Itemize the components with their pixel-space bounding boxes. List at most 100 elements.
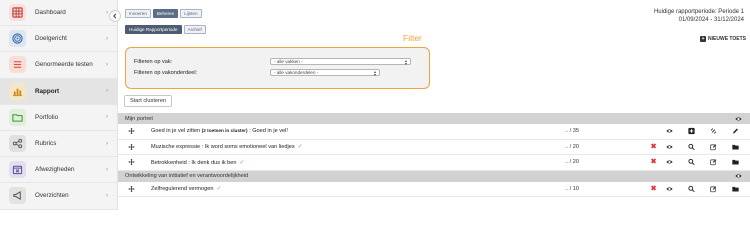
select-arrows-icon: ▴ ▾ — [404, 57, 407, 66]
filter-title: Filter — [403, 33, 422, 43]
score: .. / 10 — [565, 185, 579, 192]
filter-onderdeel-label: Filteren op vakonderdeel: — [134, 69, 198, 76]
filter-panel: Filteren op vak: - alle vakken - ▴ ▾ Filt… — [125, 47, 430, 89]
move-icon[interactable] — [128, 143, 135, 150]
subtab-huidige-rapportperiode[interactable]: Huidige Rapportperiode — [125, 25, 182, 34]
report-period-dates: 01/09/2024 - 31/12/2024 — [678, 16, 744, 23]
sidebar-item-label: Dashboard — [35, 9, 66, 17]
sidebar-list: Dashboard › Doelgericht › Genormeerde te… — [0, 0, 117, 210]
search-icon[interactable] — [688, 143, 695, 150]
filter-vak-value: - alle vakken - — [274, 59, 303, 64]
table-row: Goed in je vel zitten (2 toetsen in clus… — [118, 124, 750, 140]
sidebar: Dashboard › Doelgericht › Genormeerde te… — [0, 0, 118, 210]
report-period-title: Huidige rapportperiode: Periode 1 — [653, 9, 744, 15]
chevron-right-icon: › — [106, 9, 108, 16]
pencil-icon[interactable] — [732, 128, 739, 135]
section-title: Mijn portret — [125, 115, 153, 122]
subtab-archief[interactable]: Archief — [183, 25, 206, 34]
eye-icon[interactable] — [666, 143, 673, 150]
tab-lijsten[interactable]: Lijsten — [180, 9, 202, 18]
chevron-right-icon: › — [106, 166, 108, 173]
tab-beheren[interactable]: Beheren — [152, 9, 179, 18]
chevron-right-icon: › — [106, 140, 108, 147]
sidebar-item-doelgericht[interactable]: Doelgericht › — [0, 26, 117, 53]
move-icon[interactable] — [128, 185, 135, 192]
check-icon: ✓ — [239, 159, 245, 166]
collapse-sidebar-button[interactable] — [109, 10, 121, 22]
delete-icon[interactable]: ✖ — [650, 185, 657, 192]
sidebar-item-label: Rubrics — [35, 140, 57, 148]
cluster-badge: (2 toetsen in cluster) — [201, 128, 248, 134]
delete-icon[interactable]: ✖ — [650, 159, 657, 166]
sidebar-item-label: Portfolio — [35, 113, 59, 121]
move-icon[interactable] — [128, 159, 135, 166]
sidebar-item-afwezigheden[interactable]: Afwezigheden › — [0, 157, 117, 184]
plus-icon: + — [700, 36, 707, 42]
chevron-right-icon: › — [106, 192, 108, 199]
list-icon — [9, 56, 26, 74]
new-test-button[interactable]: + NIEUWE TOETS — [700, 36, 746, 42]
move-icon[interactable] — [128, 128, 135, 135]
test-label[interactable]: Muzische expressie : Ik word soms emotio… — [151, 143, 303, 150]
sidebar-item-label: Overzichten — [35, 192, 69, 200]
search-icon[interactable] — [688, 185, 695, 192]
megaphone-icon — [9, 187, 26, 205]
new-test-label: NIEUWE TOETS — [708, 36, 746, 42]
delete-icon[interactable]: ✖ — [650, 143, 657, 150]
calendar-x-icon — [9, 161, 26, 179]
sidebar-item-label: Doelgericht — [35, 35, 67, 43]
plus-square-icon[interactable] — [688, 128, 695, 135]
target-icon — [9, 30, 26, 48]
eye-icon[interactable] — [666, 159, 673, 166]
check-icon: ✓ — [297, 144, 303, 151]
sidebar-item-rapport[interactable]: Rapport › — [0, 78, 117, 105]
folder-icon — [9, 108, 26, 126]
filter-vak-label: Filteren op vak: — [134, 58, 173, 65]
folder-icon[interactable] — [732, 143, 739, 150]
filter-onderdeel-value: - alle vakonderdelen - — [274, 70, 319, 75]
eye-icon[interactable] — [666, 185, 673, 192]
test-name: Zelfregulerend vermogen — [151, 186, 214, 193]
eye-icon[interactable] — [735, 173, 742, 180]
section-header: Ontwikkeling van initiatief en verantwoo… — [118, 170, 750, 182]
tab-bar: Invoeren Beheren Lijsten — [125, 9, 202, 18]
sidebar-item-dashboard[interactable]: Dashboard › — [0, 0, 117, 27]
filter-onderdeel-select[interactable]: - alle vakonderdelen - ▴ ▾ — [270, 69, 380, 76]
chevron-left-icon — [113, 13, 117, 19]
edit-icon[interactable] — [710, 159, 717, 166]
subtab-bar: Huidige Rapportperiode Archief — [125, 25, 206, 34]
score: .. / 20 — [565, 143, 579, 150]
edit-icon[interactable] — [710, 185, 717, 192]
eye-icon[interactable] — [666, 128, 673, 135]
table-row: Muzische expressie : Ik word soms emotio… — [118, 140, 750, 155]
main-content: Invoeren Beheren Lijsten Huidige Rapportpe… — [118, 0, 750, 210]
sidebar-item-rubrics[interactable]: Rubrics › — [0, 131, 117, 158]
filter-vak-select[interactable]: - alle vakken - ▴ ▾ — [270, 58, 411, 65]
unlink-icon[interactable] — [710, 128, 717, 135]
test-subtitle: : Goed in je vel! — [247, 128, 288, 135]
chevron-right-icon: › — [106, 88, 108, 95]
folder-icon[interactable] — [732, 185, 739, 192]
sidebar-item-label: Afwezigheden — [35, 166, 75, 174]
share-icon — [9, 135, 26, 153]
search-icon[interactable] — [688, 159, 695, 166]
sidebar-item-overzichten[interactable]: Overzichten › — [0, 183, 117, 210]
sidebar-item-label: Genormeerde testen — [35, 61, 93, 69]
tab-invoeren[interactable]: Invoeren — [125, 9, 151, 18]
table-row: Betrokkenheid : Ik denk dus ik ben ✓ .. /… — [118, 155, 750, 171]
test-label[interactable]: Zelfregulerend vermogen ✓ — [151, 185, 222, 192]
folder-icon[interactable] — [732, 159, 739, 166]
chevron-right-icon: › — [106, 61, 108, 68]
tests-table: Mijn portret Goed in je vel zitten (2 to… — [118, 113, 750, 197]
check-icon: ✓ — [216, 186, 222, 193]
start-clustering-button[interactable]: Start clusteren — [124, 95, 173, 107]
score: .. / 20 — [565, 159, 579, 166]
sidebar-item-genormeerde-testen[interactable]: Genormeerde testen › — [0, 52, 117, 79]
edit-icon[interactable] — [710, 143, 717, 150]
section-header: Mijn portret — [118, 113, 750, 124]
section-title: Ontwikkeling van initiatief en verantwoo… — [125, 173, 249, 179]
eye-icon[interactable] — [735, 115, 742, 122]
test-label[interactable]: Betrokkenheid : Ik denk dus ik ben ✓ — [151, 159, 245, 166]
test-label[interactable]: Goed in je vel zitten (2 toetsen in clus… — [151, 128, 288, 134]
sidebar-item-portfolio[interactable]: Portfolio › — [0, 105, 117, 131]
